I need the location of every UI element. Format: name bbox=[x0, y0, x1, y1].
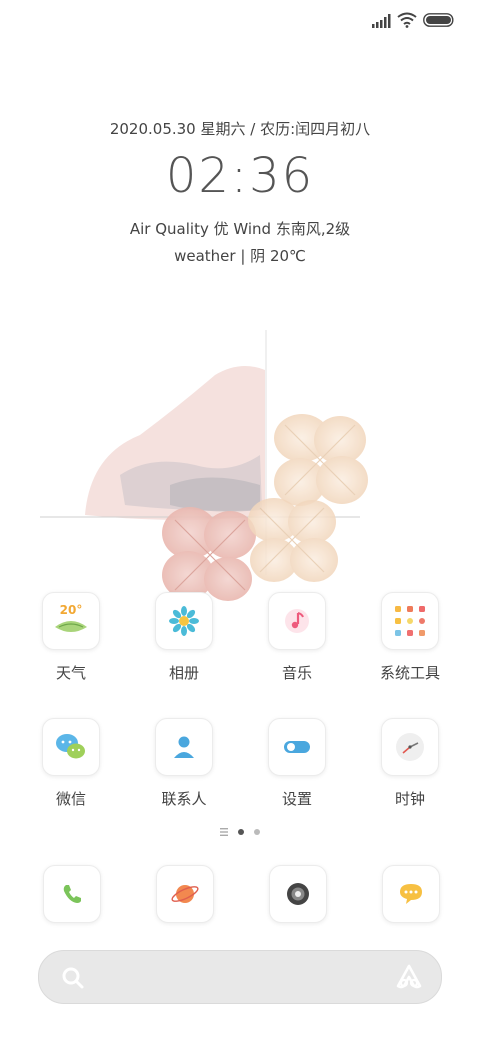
app-label: 设置 bbox=[281, 790, 312, 808]
status-bar bbox=[0, 0, 480, 40]
browser-planet-icon bbox=[171, 885, 199, 903]
app-label: 联系人 bbox=[161, 790, 207, 808]
app-label: 相册 bbox=[168, 664, 199, 682]
app-weather[interactable]: 20° 天气 bbox=[16, 592, 126, 683]
weather-icon[interactable]: 20° bbox=[42, 592, 100, 650]
dock-browser[interactable] bbox=[156, 865, 214, 923]
clock-time[interactable]: 02:36 bbox=[0, 148, 480, 204]
weather-text: weather | 阴 20℃ bbox=[174, 247, 306, 265]
app-label: 音乐 bbox=[281, 664, 312, 682]
camera-icon bbox=[287, 883, 309, 905]
contacts-icon[interactable] bbox=[155, 718, 213, 776]
settings-toggle-icon[interactable] bbox=[268, 718, 326, 776]
air-quality-text: Air Quality 优 Wind 东南风,2级 bbox=[129, 220, 351, 238]
search-icon[interactable] bbox=[61, 966, 85, 990]
music-note-icon[interactable] bbox=[268, 592, 326, 650]
battery-icon bbox=[423, 13, 454, 27]
signal-bars-icon bbox=[372, 14, 391, 28]
dock-camera[interactable] bbox=[269, 865, 327, 923]
page-indicator[interactable] bbox=[0, 828, 480, 836]
app-wechat[interactable]: 微信 bbox=[16, 718, 126, 809]
app-settings[interactable]: 设置 bbox=[242, 718, 352, 809]
wifi-icon bbox=[397, 12, 417, 28]
app-label: 微信 bbox=[55, 790, 86, 808]
assistant-icon[interactable] bbox=[395, 964, 423, 990]
app-clock[interactable]: 时钟 bbox=[355, 718, 465, 809]
phone-icon bbox=[63, 885, 81, 903]
app-label: 天气 bbox=[55, 664, 86, 682]
messages-icon bbox=[400, 884, 422, 904]
page-dot[interactable] bbox=[254, 829, 260, 835]
wallpaper-pressed-flowers bbox=[40, 330, 368, 601]
system-tools-folder-icon[interactable] bbox=[381, 592, 439, 650]
app-label: 系统工具 bbox=[379, 664, 440, 682]
date-lunar-text: 2020.05.30 星期六 / 农历:闰四月初八 bbox=[109, 120, 371, 138]
app-label: 时钟 bbox=[394, 790, 425, 808]
page-list-icon[interactable] bbox=[220, 828, 228, 836]
dock-messages[interactable] bbox=[382, 865, 440, 923]
app-music[interactable]: 音乐 bbox=[242, 592, 352, 683]
page-dot-active[interactable] bbox=[238, 829, 244, 835]
gallery-flower-icon[interactable] bbox=[155, 592, 213, 650]
wechat-icon[interactable] bbox=[42, 718, 100, 776]
clock-icon[interactable] bbox=[381, 718, 439, 776]
weather-temp-badge: 20° bbox=[59, 603, 83, 617]
search-bar[interactable] bbox=[38, 950, 442, 1004]
app-gallery[interactable]: 相册 bbox=[129, 592, 239, 683]
dock-phone[interactable] bbox=[43, 865, 101, 923]
app-system-tools[interactable]: 系统工具 bbox=[355, 592, 465, 683]
app-contacts[interactable]: 联系人 bbox=[129, 718, 239, 809]
